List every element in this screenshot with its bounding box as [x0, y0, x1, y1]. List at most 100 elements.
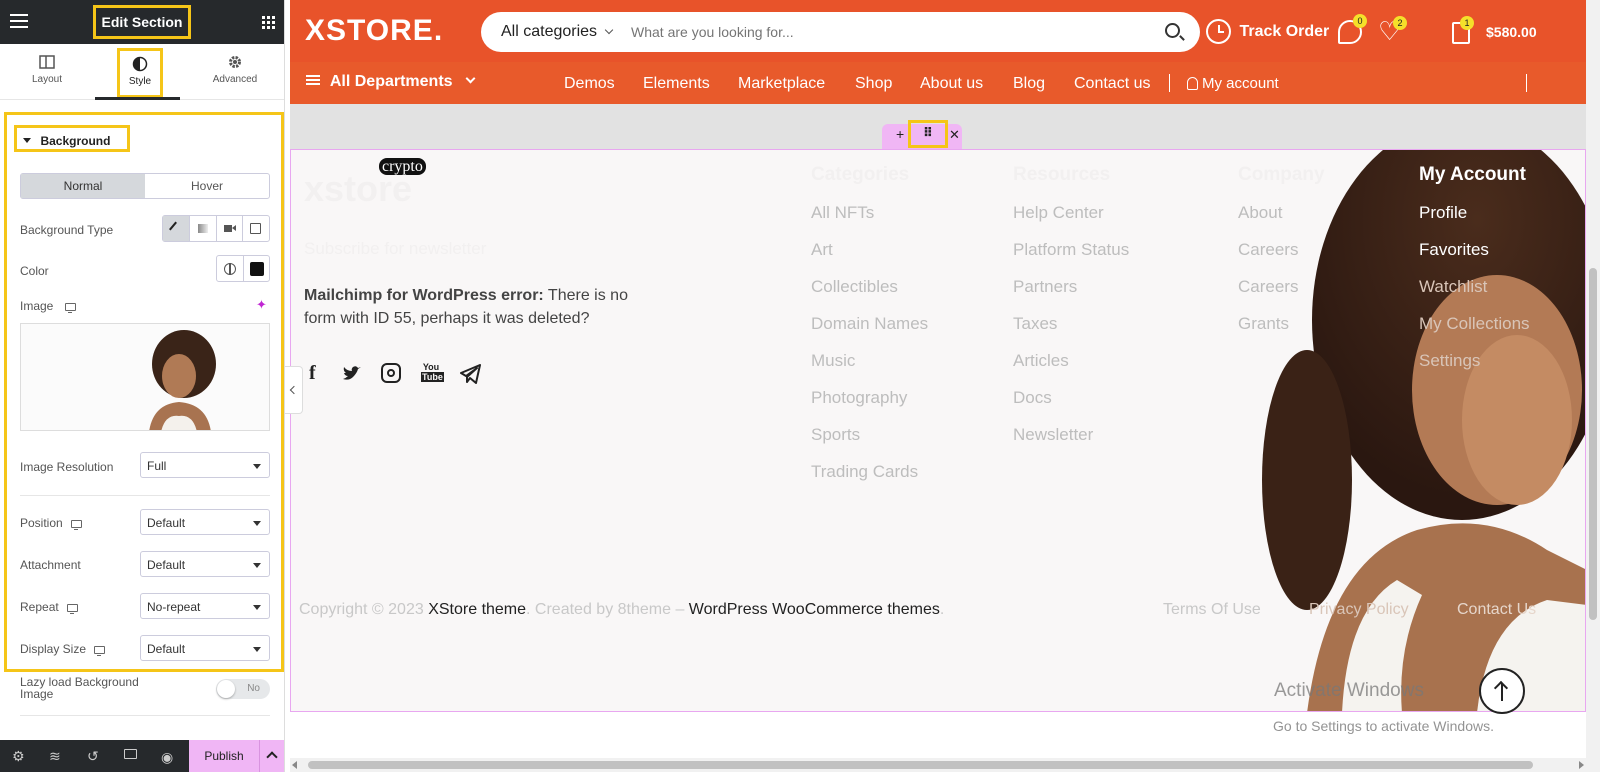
settings-icon[interactable]: ⚙ [12, 748, 25, 765]
collapse-panel-handle[interactable] [285, 366, 303, 414]
delete-section-icon[interactable]: ✕ [949, 127, 960, 143]
display-size-select[interactable]: Default [140, 635, 270, 661]
desktop-icon[interactable] [64, 302, 76, 314]
horizontal-scrollbar[interactable] [290, 758, 1586, 772]
lazy-load-toggle[interactable]: No [216, 679, 270, 699]
footer-link[interactable]: Photography [811, 388, 907, 408]
tab-layout[interactable]: Layout [2, 44, 92, 99]
preview-eye-icon[interactable]: ◉ [161, 749, 173, 766]
footer-link[interactable]: Sports [811, 425, 860, 445]
repeat-select[interactable]: No-repeat [140, 593, 270, 619]
globe-icon[interactable] [217, 256, 244, 281]
footer-link[interactable]: Collectibles [811, 277, 898, 297]
twitter-icon[interactable] [342, 365, 362, 383]
state-normal-button[interactable]: Normal [21, 174, 145, 198]
bottom-link-contact[interactable]: Contact Us [1457, 601, 1536, 619]
vertical-scrollbar[interactable] [1586, 0, 1600, 772]
vertical-scroll-thumb[interactable] [1589, 268, 1597, 620]
hamburger-menu-icon[interactable] [10, 14, 28, 28]
footer-link[interactable]: Careers [1238, 277, 1298, 297]
footer-link[interactable]: Art [811, 240, 833, 260]
search-icon[interactable] [1165, 23, 1185, 41]
footer-link[interactable]: Help Center [1013, 203, 1104, 223]
desktop-icon[interactable] [70, 519, 82, 531]
ai-sparkle-icon[interactable]: ✦ [256, 297, 267, 313]
footer-link[interactable]: My Collections [1419, 314, 1530, 334]
nav-link-demos[interactable]: Demos [564, 75, 615, 93]
state-hover-button[interactable]: Hover [145, 174, 269, 198]
footer-link[interactable]: Taxes [1013, 314, 1057, 334]
footer-link[interactable]: Trading Cards [811, 462, 918, 482]
footer-link[interactable]: Platform Status [1013, 240, 1129, 260]
wishlist-heart-icon[interactable]: ♡ 2 [1378, 16, 1407, 44]
copyright-themes-link[interactable]: WordPress WooCommerce themes [689, 601, 940, 618]
instagram-icon[interactable] [381, 363, 401, 383]
publish-options-button[interactable] [259, 740, 284, 772]
footer-link[interactable]: Partners [1013, 277, 1077, 297]
drag-handle-icon[interactable]: ⠿ [908, 120, 948, 148]
gradient-icon[interactable] [190, 216, 217, 241]
widgets-grid-icon[interactable] [262, 16, 275, 29]
scroll-left-icon[interactable] [292, 761, 297, 769]
footer-section[interactable]: xstore crypto Subscribe for newsletter M… [290, 149, 1586, 712]
woman-photo-background [1262, 150, 1585, 711]
tab-advanced[interactable]: Advanced [190, 44, 280, 99]
subscribe-heading: Subscribe for newsletter [304, 239, 487, 258]
image-resolution-select[interactable]: Full [140, 452, 270, 478]
all-departments-menu[interactable]: All Departments [306, 73, 476, 91]
slideshow-icon[interactable] [243, 216, 269, 241]
image-preview[interactable] [20, 323, 270, 431]
footer-link[interactable]: Domain Names [811, 314, 928, 334]
compare-icon[interactable]: 0 [1338, 14, 1367, 44]
attachment-select[interactable]: Default [140, 551, 270, 577]
nav-link-marketplace[interactable]: Marketplace [738, 75, 825, 93]
cart-total[interactable]: $580.00 [1486, 24, 1537, 40]
telegram-icon[interactable] [460, 364, 482, 384]
nav-link-shop[interactable]: Shop [855, 75, 892, 93]
bottom-link-privacy[interactable]: Privacy Policy [1309, 601, 1409, 619]
desktop-icon[interactable] [66, 603, 78, 615]
nav-link-about-us[interactable]: About us [920, 75, 983, 93]
publish-button[interactable]: Publish [189, 740, 259, 772]
footer-link[interactable]: Grants [1238, 314, 1289, 334]
footer-link[interactable]: Watchlist [1419, 277, 1487, 297]
tab-style[interactable]: Style [117, 48, 163, 98]
background-section-header[interactable]: Background [14, 125, 130, 152]
cart-icon[interactable]: 1 [1452, 16, 1474, 44]
footer-link[interactable]: Favorites [1419, 240, 1489, 260]
footer-link[interactable]: Articles [1013, 351, 1069, 371]
footer-link[interactable]: Newsletter [1013, 425, 1093, 445]
bottom-link-terms[interactable]: Terms Of Use [1163, 601, 1261, 619]
responsive-icon[interactable] [124, 749, 137, 759]
footer-link[interactable]: Careers [1238, 240, 1298, 260]
my-account-link[interactable]: My account [1187, 75, 1279, 92]
youtube-icon[interactable]: You Tube [421, 362, 444, 384]
copyright-theme-link[interactable]: XStore theme [428, 601, 526, 618]
footer-link[interactable]: Music [811, 351, 855, 371]
video-icon[interactable] [217, 216, 244, 241]
brush-icon[interactable] [163, 216, 190, 241]
footer-link[interactable]: About [1238, 203, 1282, 223]
category-select[interactable]: All categories [501, 23, 613, 41]
nav-link-blog[interactable]: Blog [1013, 75, 1045, 93]
desktop-icon[interactable] [94, 645, 106, 657]
footer-link[interactable]: Profile [1419, 203, 1467, 223]
nav-link-elements[interactable]: Elements [643, 75, 710, 93]
footer-link[interactable]: Settings [1419, 351, 1480, 371]
scroll-right-icon[interactable] [1579, 761, 1584, 769]
back-to-top-button[interactable] [1479, 668, 1525, 714]
footer-link[interactable]: Docs [1013, 388, 1052, 408]
search-input[interactable] [631, 20, 1131, 44]
track-order-link[interactable]: Track Order [1206, 19, 1329, 44]
nav-link-contact-us[interactable]: Contact us [1074, 75, 1150, 93]
footer-link[interactable]: All NFTs [811, 203, 874, 223]
facebook-icon[interactable]: f [309, 362, 316, 385]
tab-advanced-label: Advanced [212, 74, 258, 85]
horizontal-scroll-thumb[interactable] [308, 761, 1533, 769]
color-swatch[interactable] [244, 256, 270, 281]
navigator-icon[interactable]: ≋ [49, 748, 61, 765]
site-logo[interactable]: XSTORE. [305, 14, 443, 48]
position-select[interactable]: Default [140, 509, 270, 535]
history-icon[interactable]: ↺ [87, 748, 99, 765]
add-section-icon[interactable]: + [896, 126, 904, 142]
